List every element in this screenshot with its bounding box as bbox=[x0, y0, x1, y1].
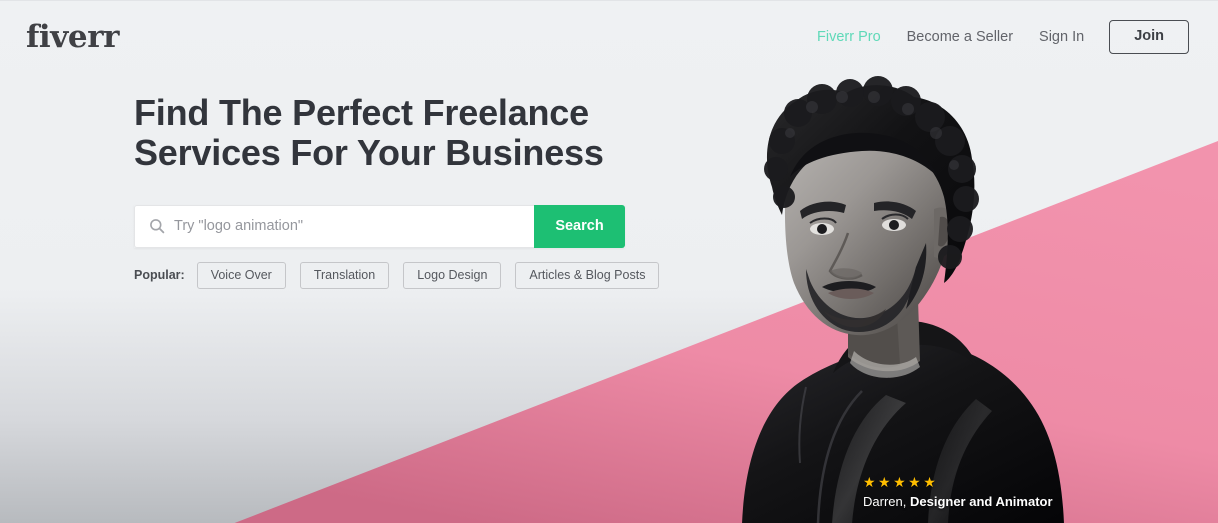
popular-tags-row: Popular: Voice Over Translation Logo Des… bbox=[134, 261, 694, 290]
hero-search-bar: Search bbox=[134, 204, 625, 248]
join-button[interactable]: Join bbox=[1109, 20, 1189, 54]
rating-stars: ★★★★★ bbox=[863, 474, 939, 490]
nav-link-fiverr-pro[interactable]: Fiverr Pro bbox=[804, 30, 894, 45]
caption-person-role: Designer and Animator bbox=[909, 494, 1053, 509]
popular-tag-logo-design[interactable]: Logo Design bbox=[403, 261, 502, 290]
search-field-wrapper[interactable] bbox=[134, 204, 534, 248]
popular-tag-translation[interactable]: Translation bbox=[299, 261, 390, 290]
popular-tag-voice-over[interactable]: Voice Over bbox=[196, 261, 286, 290]
nav-link-become-a-seller[interactable]: Become a Seller bbox=[894, 30, 1026, 45]
search-button[interactable]: Search bbox=[534, 204, 625, 248]
popular-tag-articles-blog-posts[interactable]: Articles & Blog Posts bbox=[515, 261, 660, 290]
main-nav: Fiverr Pro Become a Seller Sign In Join bbox=[804, 20, 1189, 54]
hero-caption: ★★★★★ Darren, Designer and Animator bbox=[863, 475, 1053, 509]
caption-text: Darren, Designer and Animator bbox=[863, 494, 1053, 509]
hero-content: Find The Perfect Freelance Services For … bbox=[134, 92, 694, 290]
caption-person-name: Darren, bbox=[863, 494, 907, 509]
fiverr-logo[interactable]: fiverr bbox=[26, 19, 120, 55]
search-input[interactable] bbox=[174, 218, 523, 235]
search-icon bbox=[150, 219, 165, 234]
nav-link-sign-in[interactable]: Sign In bbox=[1026, 30, 1097, 45]
site-header: fiverr Fiverr Pro Become a Seller Sign I… bbox=[0, 1, 1218, 73]
fiverr-homepage-hero: fiverr Fiverr Pro Become a Seller Sign I… bbox=[0, 0, 1218, 523]
popular-label: Popular: bbox=[134, 268, 185, 283]
hero-headline: Find The Perfect Freelance Services For … bbox=[134, 92, 604, 174]
